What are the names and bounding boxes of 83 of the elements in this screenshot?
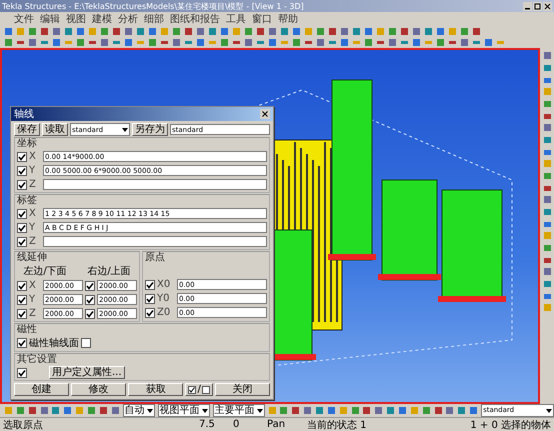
dialog-button[interactable]: 获取 bbox=[128, 383, 184, 396]
maximize-icon[interactable] bbox=[533, 2, 542, 10]
group-label: 磁性 bbox=[17, 324, 38, 335]
menu-item[interactable]: 帮助 bbox=[278, 12, 298, 26]
dialog-button[interactable]: 修改 bbox=[71, 383, 126, 396]
axis-label: Z bbox=[29, 236, 37, 247]
menu-item[interactable]: 窗口 bbox=[252, 12, 272, 26]
checked-box-icon bbox=[188, 386, 196, 394]
checkbox[interactable] bbox=[85, 280, 95, 290]
close-button[interactable]: 关闭 bbox=[214, 383, 270, 396]
checkbox[interactable] bbox=[81, 338, 91, 348]
column-header: 左边/下面 bbox=[23, 264, 67, 278]
status-text: 0 bbox=[232, 419, 240, 430]
caret-icon bbox=[546, 408, 552, 412]
checkbox[interactable] bbox=[17, 208, 27, 218]
menu-item[interactable]: 编辑 bbox=[40, 12, 60, 26]
axis-label: Y bbox=[29, 222, 36, 233]
axis-label: X bbox=[29, 151, 37, 162]
dialog-title: 轴线 bbox=[14, 108, 34, 121]
checkbox[interactable] bbox=[17, 236, 27, 246]
toolbar-dropdown[interactable]: 主要平面 bbox=[212, 404, 265, 417]
menu-item[interactable]: 建模 bbox=[92, 12, 112, 26]
checkbox[interactable] bbox=[17, 280, 27, 290]
menu-item[interactable]: 文件 bbox=[14, 12, 34, 26]
axis-label: Z bbox=[29, 308, 37, 319]
axis-label: X bbox=[29, 280, 37, 291]
checkbox[interactable] bbox=[145, 308, 155, 318]
status-text: 1 + 0 选择的物体 bbox=[469, 418, 552, 431]
menu-item[interactable]: 工具 bbox=[226, 12, 246, 26]
toggle-all-button[interactable]: / bbox=[185, 383, 213, 396]
group-label: 原点 bbox=[145, 252, 166, 263]
checkbox[interactable] bbox=[17, 180, 27, 190]
checkbox[interactable] bbox=[17, 368, 27, 378]
status-text: 当前的状态 1 bbox=[306, 418, 368, 431]
menu-item[interactable]: 细部 bbox=[144, 12, 164, 26]
checkbox[interactable] bbox=[17, 166, 27, 176]
checkbox[interactable] bbox=[17, 338, 27, 348]
axis-label: Y bbox=[29, 165, 36, 176]
checkbox[interactable] bbox=[17, 152, 27, 162]
status-text: Pan bbox=[266, 419, 286, 430]
toolbar-dropdown[interactable]: 视图平面 bbox=[158, 404, 210, 417]
axis-field[interactable] bbox=[43, 179, 267, 190]
checkbox[interactable] bbox=[85, 294, 95, 304]
option-label: 磁性轴线面 bbox=[29, 336, 79, 350]
minimize-icon[interactable] bbox=[523, 2, 532, 10]
window-title: Tekla Structures - E:\TeklaStructuresModels\某住宅楼项目\模型 - [View 1 - 3D] bbox=[2, 0, 304, 12]
checkbox[interactable] bbox=[17, 308, 27, 318]
menu-item[interactable]: 图纸和报告 bbox=[170, 12, 220, 26]
caret-icon bbox=[202, 408, 208, 412]
checkbox[interactable] bbox=[17, 294, 27, 304]
checkbox[interactable] bbox=[145, 280, 155, 290]
axis-label: Y0 bbox=[157, 293, 170, 304]
axis-label: Z bbox=[29, 179, 37, 190]
close-icon[interactable] bbox=[543, 2, 552, 10]
axis-label: X bbox=[29, 208, 37, 219]
axis-label: X0 bbox=[157, 279, 172, 290]
axis-label: Z0 bbox=[157, 307, 172, 318]
group-label: 坐标 bbox=[17, 138, 38, 149]
dialog-button[interactable]: 创建 bbox=[14, 383, 70, 396]
save-as-button[interactable]: 另存为 bbox=[132, 123, 168, 136]
caret-icon bbox=[146, 408, 153, 412]
axis-field[interactable] bbox=[43, 236, 267, 247]
user-attributes-button[interactable]: 用户定义属性... bbox=[49, 366, 125, 379]
checkbox[interactable] bbox=[85, 308, 95, 318]
load-button[interactable]: 读取 bbox=[42, 123, 68, 136]
group-label: 线延伸 bbox=[17, 252, 48, 263]
status-text: 7.5 bbox=[198, 419, 216, 430]
axis-label: Y bbox=[29, 294, 36, 305]
save-button[interactable]: 保存 bbox=[14, 123, 40, 136]
model-viewport[interactable] bbox=[0, 48, 540, 404]
empty-box-icon bbox=[202, 386, 210, 394]
menu-item[interactable]: 视图 bbox=[66, 12, 86, 26]
checkbox[interactable] bbox=[145, 294, 155, 304]
checkbox[interactable] bbox=[17, 222, 27, 232]
column-header: 右边/上面 bbox=[87, 264, 131, 278]
status-text: 选取原点 bbox=[2, 418, 44, 431]
group-label: 其它设置 bbox=[17, 354, 58, 365]
close-icon[interactable] bbox=[260, 109, 270, 119]
toolbar-dropdown[interactable]: 自动 bbox=[122, 404, 155, 417]
menu-item[interactable]: 分析 bbox=[118, 12, 138, 26]
group-label: 标签 bbox=[17, 195, 38, 206]
caret-icon bbox=[256, 408, 263, 412]
caret-icon bbox=[122, 128, 128, 132]
